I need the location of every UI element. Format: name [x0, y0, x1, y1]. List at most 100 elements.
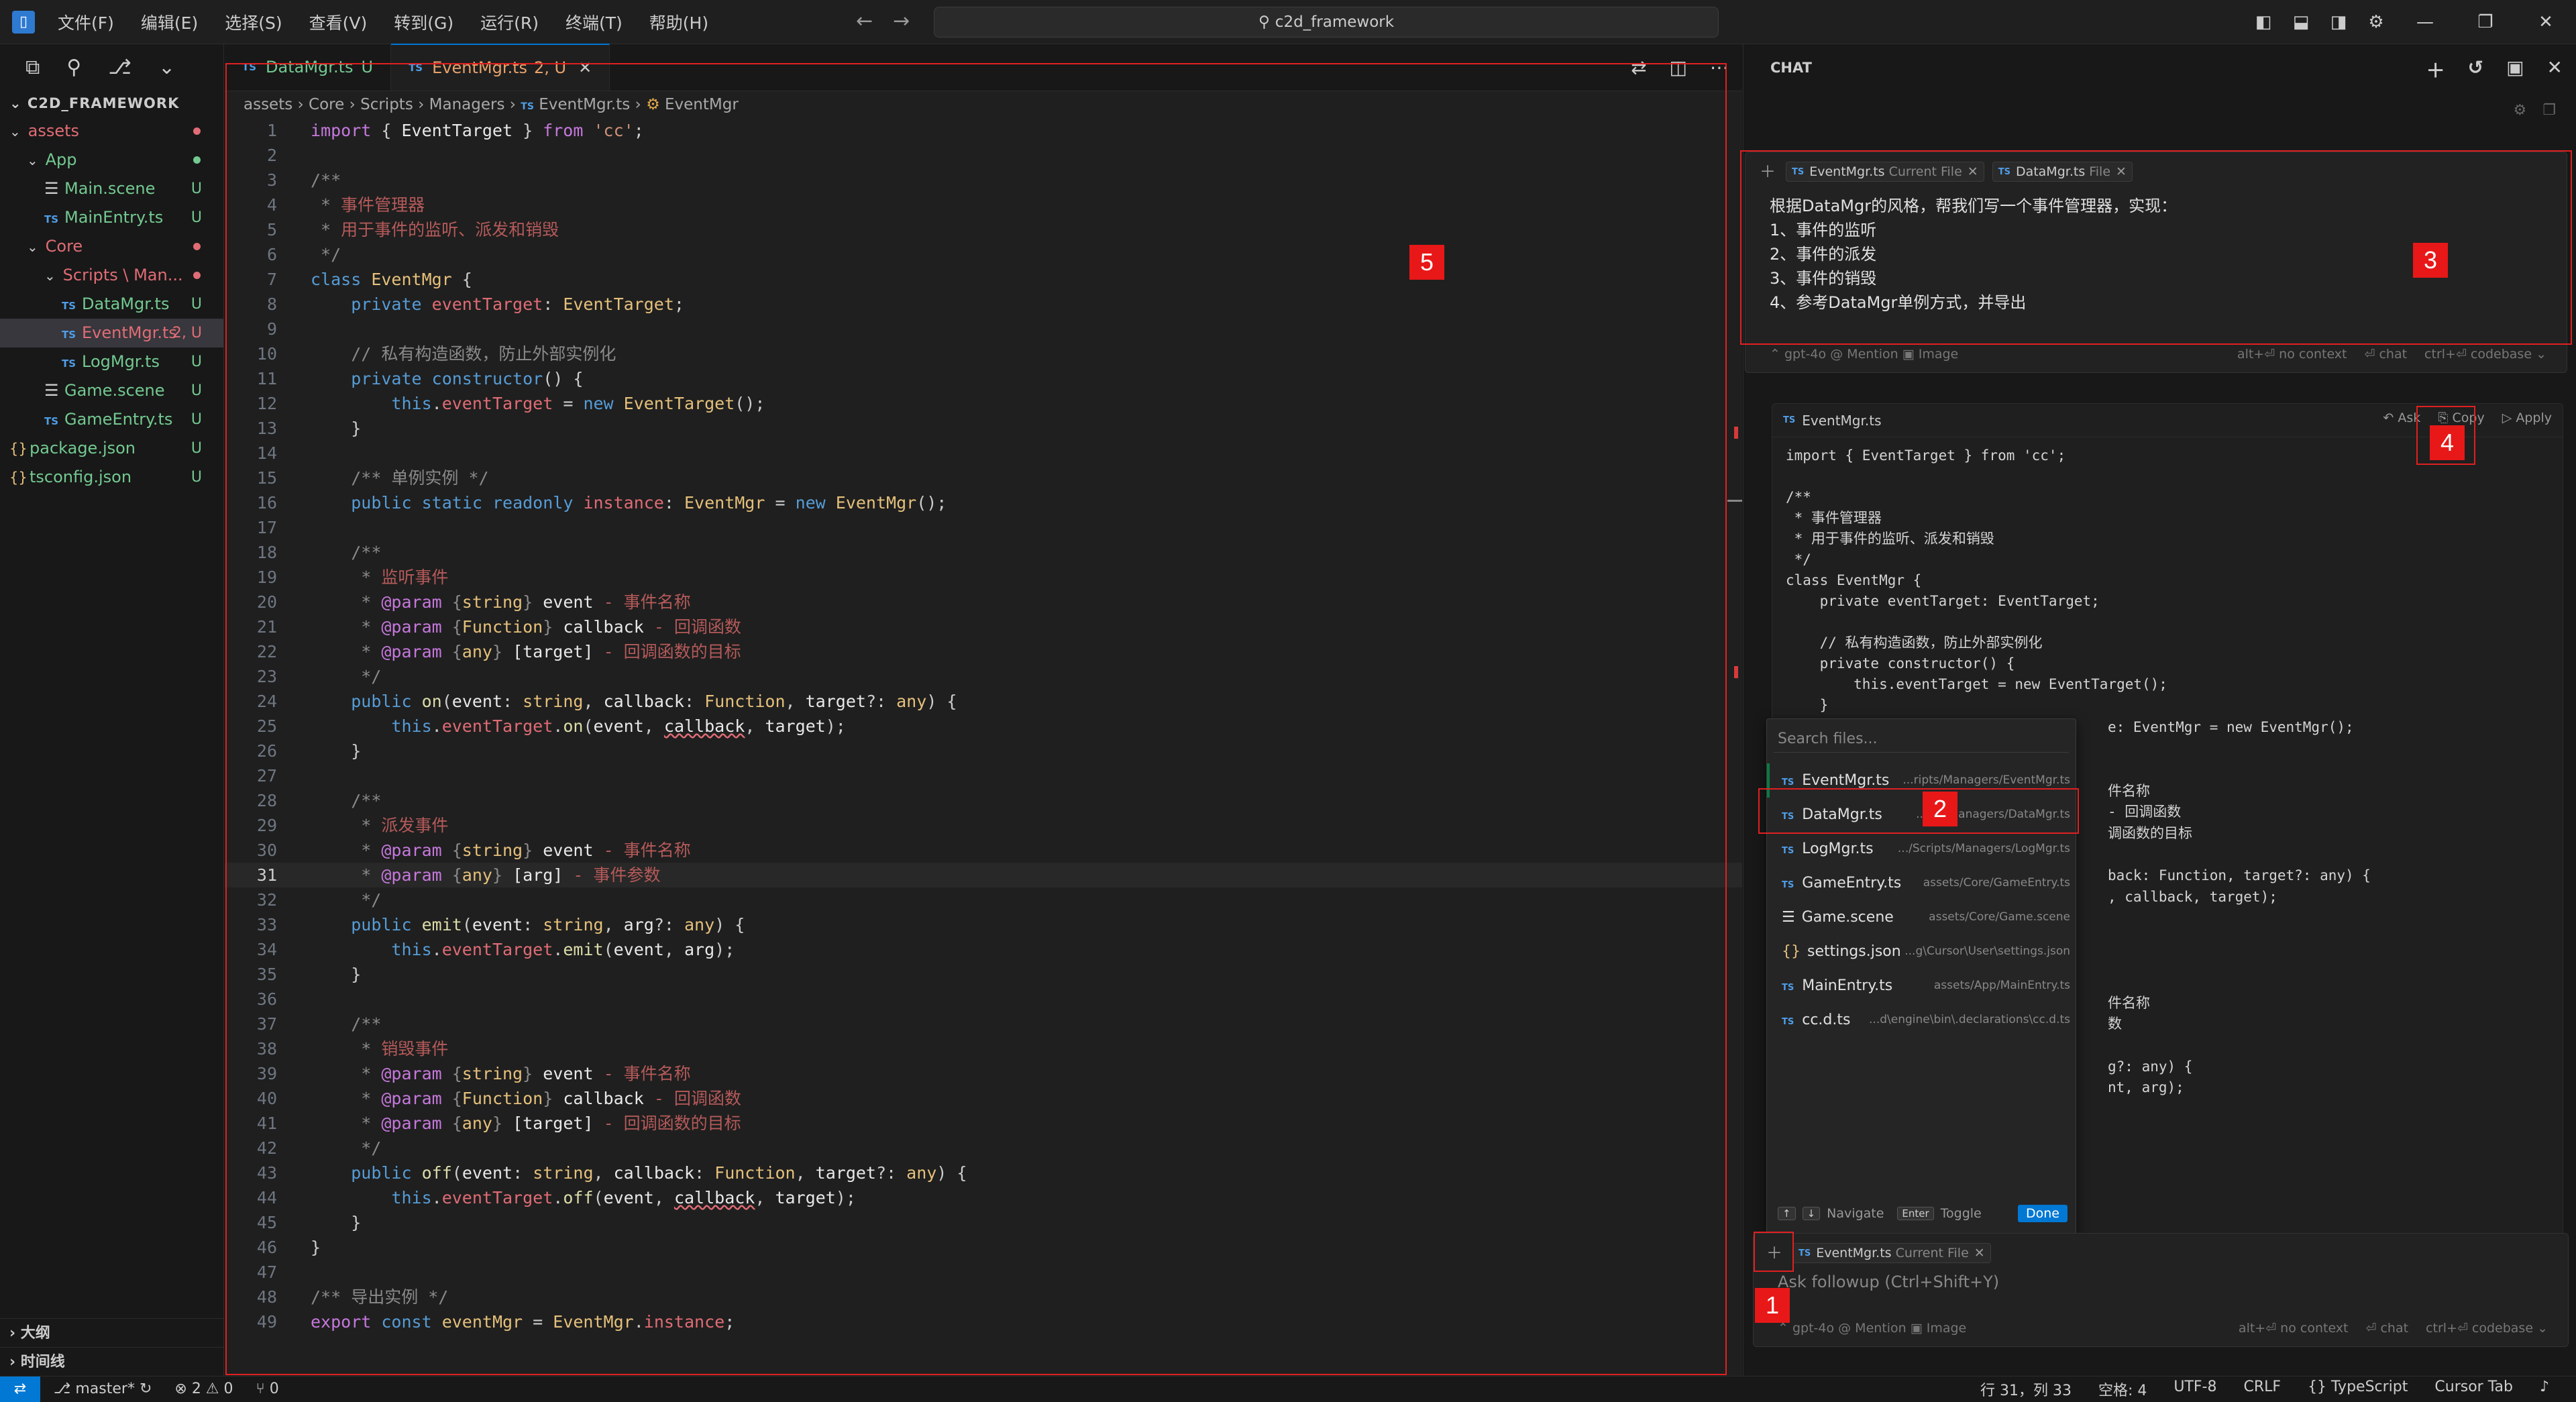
file-picker-item[interactable]: TS LogMgr.ts .../Scripts/Managers/LogMgr.t…: [1767, 832, 2076, 866]
line-ending[interactable]: CRLF: [2244, 1379, 2282, 1400]
tree-label: Game.scene: [64, 381, 165, 400]
cursor-tab[interactable]: Cursor Tab: [2434, 1379, 2513, 1400]
minimize-icon[interactable]: —: [2395, 12, 2455, 32]
chat-title: CHAT: [1770, 60, 1812, 76]
tree-folder[interactable]: ⌄ Core: [0, 232, 223, 261]
menu-item-go[interactable]: 转到(G): [394, 10, 453, 34]
forward-arrow-icon[interactable]: →: [893, 9, 910, 33]
bell-icon[interactable]: ♪: [2540, 1379, 2549, 1400]
file-picker-item[interactable]: {} settings.json ...g\Cursor\User\settings…: [1767, 934, 2076, 969]
remote-indicator-icon[interactable]: ⇄: [0, 1376, 40, 1402]
file-tree: ⌄ assets ⌄ App ☰ Main.scene U TS MainEntry.ts U…: [0, 117, 223, 492]
history-nav: ← →: [856, 9, 910, 33]
tree-folder[interactable]: ⌄ assets: [0, 117, 223, 146]
tree-file[interactable]: ☰ Game.scene U: [0, 376, 223, 405]
git-status-badge: U: [191, 296, 202, 313]
back-arrow-icon[interactable]: ←: [856, 9, 873, 33]
tree-file[interactable]: TS DataMgr.ts U: [0, 290, 223, 319]
search-icon: ⚲: [1258, 13, 1270, 31]
encoding[interactable]: UTF-8: [2174, 1379, 2216, 1400]
chevron-down-icon[interactable]: ⌄: [158, 56, 175, 79]
new-chat-icon[interactable]: ＋: [2426, 56, 2445, 83]
cursor-position[interactable]: 行 31，列 33: [1980, 1379, 2072, 1400]
history-icon[interactable]: ↺: [2468, 56, 2483, 83]
tree-file[interactable]: TS EventMgr.ts 2, U: [0, 319, 223, 347]
toggle-panel-icon[interactable]: ⬓: [2282, 12, 2320, 32]
git-status-badge: 2, U: [172, 325, 202, 341]
tree-file[interactable]: TS LogMgr.ts U: [0, 347, 223, 376]
git-status-badge: U: [191, 354, 202, 370]
scene-file-icon: ☰: [1782, 909, 1795, 926]
file-picker-item[interactable]: TS cc.d.ts ...d\engine\bin\.declarations\c…: [1767, 1003, 2076, 1037]
menu-item-run[interactable]: 运行(R): [480, 10, 539, 34]
tree-label: MainEntry.ts: [64, 208, 164, 227]
followup-chips: ＋ TS EventMgr.ts Current File ✕: [1754, 1234, 2568, 1273]
restore-icon[interactable]: ❐: [2455, 12, 2516, 32]
tree-label: EventMgr.ts: [82, 323, 177, 342]
chat-subactions: ⚙ ❐: [2514, 102, 2556, 119]
menu-item-selection[interactable]: 选择(S): [225, 10, 282, 34]
settings-icon[interactable]: ⚙: [2514, 102, 2527, 119]
message-footer: ⌃ gpt-4o @ Mention ▣ Image alt+⏎ no cont…: [1770, 347, 2546, 362]
file-picker-item[interactable]: TS GameEntry.ts assets/Core/GameEntry.ts: [1767, 866, 2076, 900]
language-mode[interactable]: {} TypeScript: [2308, 1379, 2408, 1400]
problems-indicator[interactable]: ⊗ 2 ⚠ 0: [174, 1381, 233, 1397]
menu-item-view[interactable]: 查看(V): [309, 10, 368, 34]
gear-icon[interactable]: ⚙: [2357, 12, 2395, 32]
tree-file[interactable]: ☰ Main.scene U: [0, 174, 223, 203]
command-center-search[interactable]: ⚲ c2d_framework: [934, 7, 1719, 38]
chevron-down-icon: ⌄: [27, 152, 38, 168]
close-window-icon[interactable]: ✕: [2516, 12, 2576, 32]
tree-label: package.json: [30, 439, 136, 457]
ask-button[interactable]: ↶ Ask: [2383, 411, 2420, 425]
remove-chip-icon[interactable]: ✕: [1974, 1246, 1985, 1260]
down-key-icon: ↓: [1802, 1207, 1821, 1220]
search-view-icon[interactable]: ⚲: [66, 56, 81, 79]
tree-folder[interactable]: ⌄ Scripts \ Man...: [0, 261, 223, 290]
source-control-icon[interactable]: ⎇: [108, 56, 131, 79]
typescript-icon: TS: [1782, 777, 1794, 788]
menu-item-help[interactable]: 帮助(H): [649, 10, 708, 34]
toggle-secondary-sidebar-icon[interactable]: ◨: [2320, 12, 2357, 32]
file-picker-item[interactable]: TS MainEntry.ts assets/App/MainEntry.ts: [1767, 969, 2076, 1003]
annotation-box-2: [1758, 788, 2079, 834]
menu-item-file[interactable]: 文件(F): [58, 10, 114, 34]
tree-file[interactable]: {} package.json U: [0, 434, 223, 463]
close-icon[interactable]: ✕: [2547, 56, 2563, 83]
timeline-section[interactable]: › 时间线: [0, 1347, 224, 1376]
maximize-icon[interactable]: ▣: [2506, 56, 2524, 83]
chevron-down-icon: ⌄: [44, 268, 56, 284]
tree-label: App: [45, 150, 77, 169]
model-selector[interactable]: ⌃ gpt-4o @ Mention ▣ Image: [1770, 347, 1958, 362]
branch-indicator[interactable]: ⎇ master* ↻: [54, 1381, 152, 1397]
tree-label: Scripts \ Man...: [62, 266, 183, 284]
apply-button[interactable]: ▷ Apply: [2502, 411, 2552, 425]
typescript-icon: TS: [1782, 1017, 1794, 1027]
tree-file[interactable]: TS MainEntry.ts U: [0, 203, 223, 232]
scroll-position-indicator[interactable]: [1727, 500, 1742, 502]
followup-input-box[interactable]: ＋ TS EventMgr.ts Current File ✕ Ask foll…: [1753, 1233, 2569, 1347]
copy-icon[interactable]: ❐: [2542, 102, 2556, 119]
modified-dot: [193, 156, 201, 164]
context-chip-eventmgr[interactable]: TS EventMgr.ts Current File ✕: [1792, 1243, 1991, 1263]
typescript-icon: TS: [1782, 880, 1794, 890]
file-picker-item[interactable]: ☰ Game.scene assets/Core/Game.scene: [1767, 900, 2076, 934]
tree-folder[interactable]: ⌄ App: [0, 146, 223, 174]
model-selector[interactable]: ⌃ gpt-4o @ Mention ▣ Image: [1778, 1321, 1966, 1336]
files-icon[interactable]: ⧉: [25, 56, 40, 79]
tree-file[interactable]: TS GameEntry.ts U: [0, 405, 223, 434]
done-button[interactable]: Done: [2018, 1205, 2068, 1222]
title-actions: ◧ ⬓ ◨ ⚙ — ❐ ✕: [2245, 0, 2576, 44]
ports-indicator[interactable]: ⑂ 0: [256, 1381, 279, 1397]
explorer-title[interactable]: ⌄ C2D_FRAMEWORK: [0, 90, 223, 117]
file-search-input[interactable]: Search files...: [1774, 726, 2069, 753]
followup-input[interactable]: Ask followup (Ctrl+Shift+Y): [1754, 1273, 2568, 1291]
indentation[interactable]: 空格: 4: [2098, 1379, 2147, 1400]
tree-file[interactable]: {} tsconfig.json U: [0, 463, 223, 492]
menu-item-edit[interactable]: 编辑(E): [141, 10, 198, 34]
tree-label: Main.scene: [64, 179, 156, 198]
scene-file-icon: ☰: [44, 381, 59, 400]
toggle-sidebar-icon[interactable]: ◧: [2245, 12, 2282, 32]
outline-section[interactable]: › 大纲: [0, 1318, 224, 1347]
menu-item-terminal[interactable]: 终端(T): [566, 10, 623, 34]
